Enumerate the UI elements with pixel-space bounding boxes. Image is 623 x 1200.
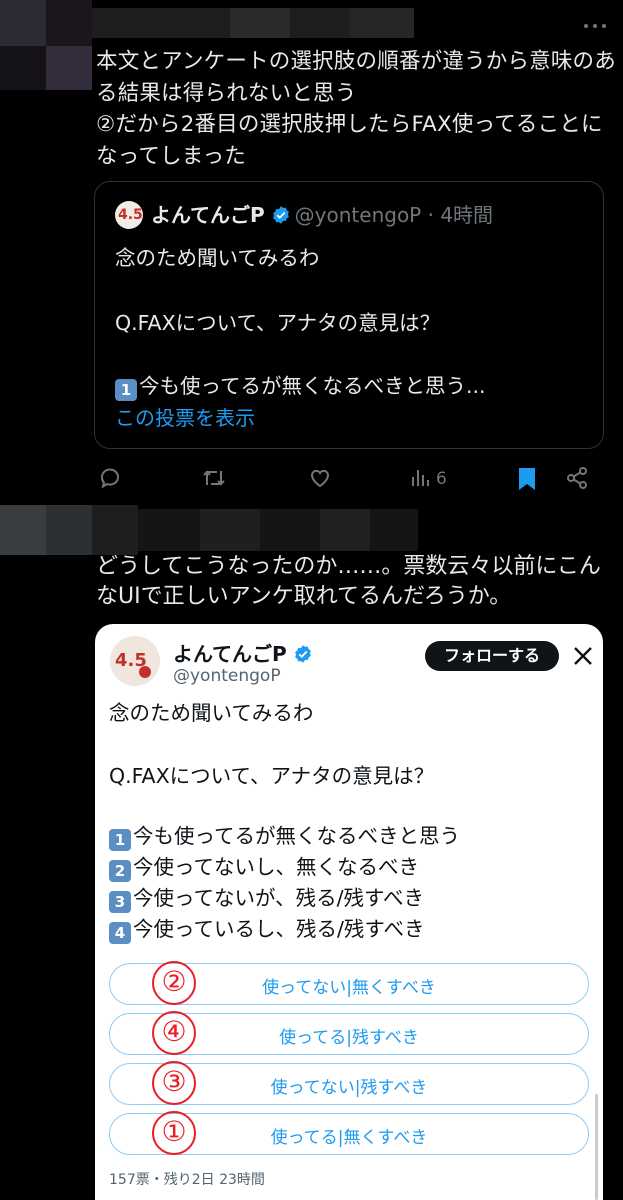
blurred-block — [200, 509, 260, 551]
blurred-header-2 — [0, 505, 623, 555]
blurred-block — [92, 505, 138, 555]
more-options-icon[interactable] — [580, 18, 610, 38]
scrollbar[interactable] — [595, 1094, 598, 1200]
blurred-block — [350, 8, 414, 38]
quoted-text-line: Q.FAXについて、アナタの意見は？ — [115, 311, 441, 335]
author-handle: @yontengoP — [173, 666, 281, 686]
poll-status: 157票・残り2日 23時間 — [109, 1172, 265, 1188]
blurred-block — [230, 8, 290, 38]
choice-line: 2 今使ってないし、無くなるべき — [109, 850, 419, 882]
quoted-author-name: よんてんごP — [151, 203, 265, 227]
reply-icon[interactable] — [98, 466, 122, 490]
keycap-1-icon: 1 — [115, 379, 137, 401]
poll-option[interactable]: ① 使ってる|無くすべき — [109, 1111, 589, 1155]
quoted-text-line: 1 今も使ってるが無くなるべきと思う... — [115, 369, 486, 401]
author-name: よんてんごP — [173, 638, 317, 667]
keycap-1-icon: 1 — [109, 829, 131, 851]
quoted-choice-text: 今も使ってるが無くなるべきと思う... — [139, 374, 486, 398]
quoted-timestamp: 4時間 — [440, 203, 494, 227]
keycap-3-icon: 3 — [109, 891, 131, 913]
poll-option[interactable]: ④ 使ってる|残すべき — [109, 1011, 589, 1055]
poll-option-label: 使ってる|残すべき — [279, 1028, 419, 1048]
views-icon[interactable] — [410, 466, 432, 490]
blurred-block — [46, 46, 92, 90]
choice-line: 3 今使ってないが、残る/残すべき — [109, 881, 424, 913]
choice-text: 今使っているし、残る/残すべき — [133, 917, 425, 941]
poll-option-label: 使ってない|無くすべき — [262, 978, 436, 998]
blurred-block — [320, 509, 370, 551]
post-text: どうしてこうなったのか……。票数云々以前にこんなUIで正しいアンケ取れてるんだろ… — [96, 554, 601, 609]
views-count: 6 — [436, 469, 447, 489]
choice-text: 今使ってないし、無くなるべき — [133, 855, 419, 879]
x-logo-icon — [574, 647, 592, 665]
separator: · — [421, 203, 441, 227]
choice-line: 4 今使っているし、残る/残すべき — [109, 912, 424, 944]
quoted-author-handle: @yontengoP — [294, 203, 422, 227]
blurred-block — [138, 509, 418, 551]
keycap-4-icon: 4 — [109, 922, 131, 944]
follow-button[interactable]: フォローする — [425, 641, 559, 671]
quoted-text-line: 念のため聞いてみるわ — [115, 246, 320, 270]
quoted-tweet-card[interactable]: 4.5 よんてんごP @yontengoP · 4時間 念のため聞いてみるわ Q.… — [94, 181, 604, 449]
share-icon[interactable] — [565, 466, 589, 490]
blurred-block — [0, 0, 46, 46]
author-name-text: よんてんごP — [173, 642, 287, 666]
view-poll-link[interactable]: この投票を表示 — [115, 402, 255, 431]
like-icon[interactable] — [308, 466, 332, 490]
choice-line: 1 今も使ってるが無くなるべきと思う — [109, 819, 460, 851]
quoted-header: よんてんごP @yontengoP · 4時間 — [151, 200, 493, 230]
keycap-2-icon: 2 — [109, 860, 131, 882]
post-text: 本文とアンケートの選択肢の順番が違うから意味のある結果は得られないと思う ②だか… — [96, 49, 616, 169]
embedded-screenshot: 4.5 よんてんごP @yontengoP フォローする 念のため聞いてみるわ … — [95, 624, 603, 1200]
verified-badge-icon — [272, 206, 289, 224]
blurred-block — [46, 505, 92, 555]
poll-option[interactable]: ③ 使ってない|残すべき — [109, 1061, 589, 1105]
verified-badge-icon — [294, 645, 311, 663]
quoted-avatar: 4.5 — [115, 201, 143, 229]
choice-text: 今使ってないが、残る/残すべき — [133, 886, 425, 910]
post-text-line: 念のため聞いてみるわ — [109, 701, 314, 725]
avatar-art-icon: 4.5 — [110, 636, 160, 686]
poll-option-label: 使ってない|残すべき — [270, 1078, 428, 1098]
choice-text: 今も使ってるが無くなるべきと思う — [133, 824, 460, 848]
poll-option-label: 使ってる|無くすべき — [270, 1128, 428, 1148]
avatar: 4.5 — [110, 636, 160, 686]
bookmark-icon[interactable] — [516, 467, 538, 491]
blurred-block — [0, 505, 46, 555]
retweet-icon[interactable] — [201, 466, 227, 490]
blurred-block — [46, 0, 92, 46]
post-text-line: Q.FAXについて、アナタの意見は？ — [109, 764, 435, 788]
poll-option[interactable]: ② 使ってない|無くすべき — [109, 961, 589, 1005]
